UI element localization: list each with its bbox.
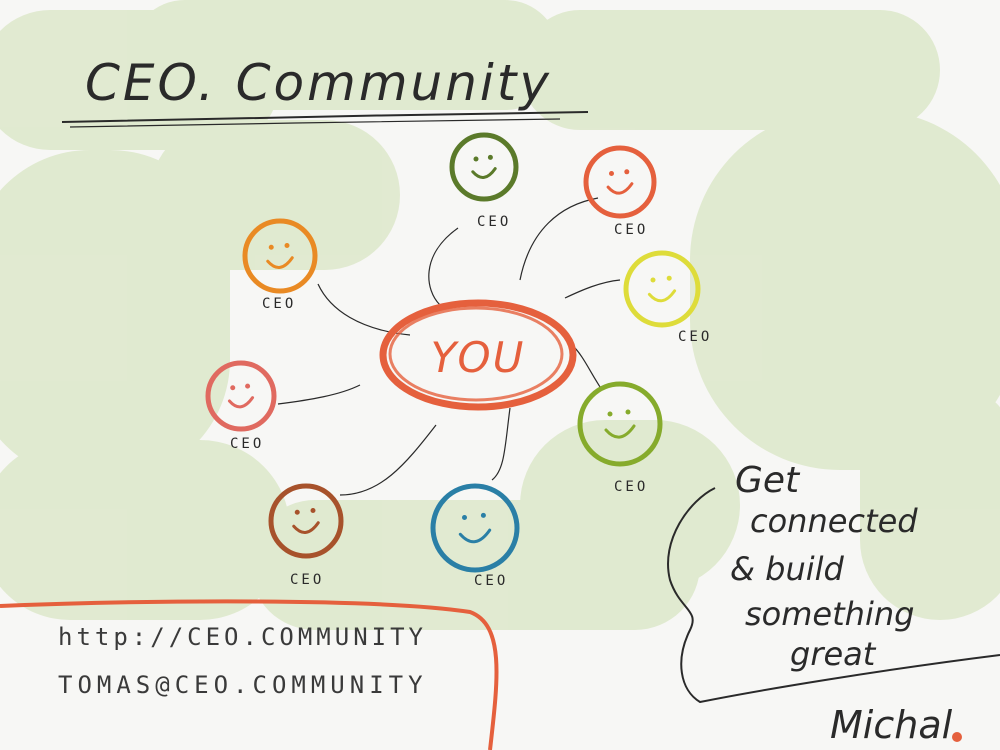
ceo-community-sketch: CEO. Community YOU CEO CEO CEO CEO CEO CEO CEO… [0,0,1000,750]
ceo-label: CEO [614,479,648,495]
face-eye-right [284,243,290,248]
contact-url[interactable]: http://CEO.COMMUNITY [58,623,427,651]
face-eye-left [462,515,467,520]
you-label: YOU [431,333,526,382]
face-eye-left [650,277,656,283]
face-eye-right [666,275,672,281]
face-eye-right [245,383,251,389]
page-title: CEO. Community [85,54,552,112]
face-eye-right [487,154,493,160]
ceo-label: CEO [678,329,712,345]
ceo-label: CEO [230,436,264,452]
contact-email[interactable]: TOMAS@CEO.COMMUNITY [58,671,428,699]
signature: Michal [830,703,953,747]
face-eye-right [480,512,486,518]
face-eye-right [624,169,630,175]
face-eye-left [268,244,274,250]
face-eye-right [310,508,316,513]
ceo-label: CEO [477,214,511,230]
signature-dot [952,732,962,742]
slogan-line-2: connected [750,502,918,540]
face-eye-left [607,411,613,417]
slogan-line-3: & build [730,550,845,588]
ceo-label: CEO [262,296,296,312]
face-eye-left [473,156,479,162]
ceo-label: CEO [290,572,324,588]
face-eye-left [230,385,236,391]
ceo-label: CEO [614,222,648,238]
slogan-line-5: great [790,635,877,673]
face-eye-left [294,509,300,515]
slogan-line-4: something [745,595,914,633]
ceo-label: CEO [474,573,508,589]
face-eye-right [625,409,631,415]
slogan-line-1: Get [735,460,801,501]
face-eye-left [609,171,614,176]
